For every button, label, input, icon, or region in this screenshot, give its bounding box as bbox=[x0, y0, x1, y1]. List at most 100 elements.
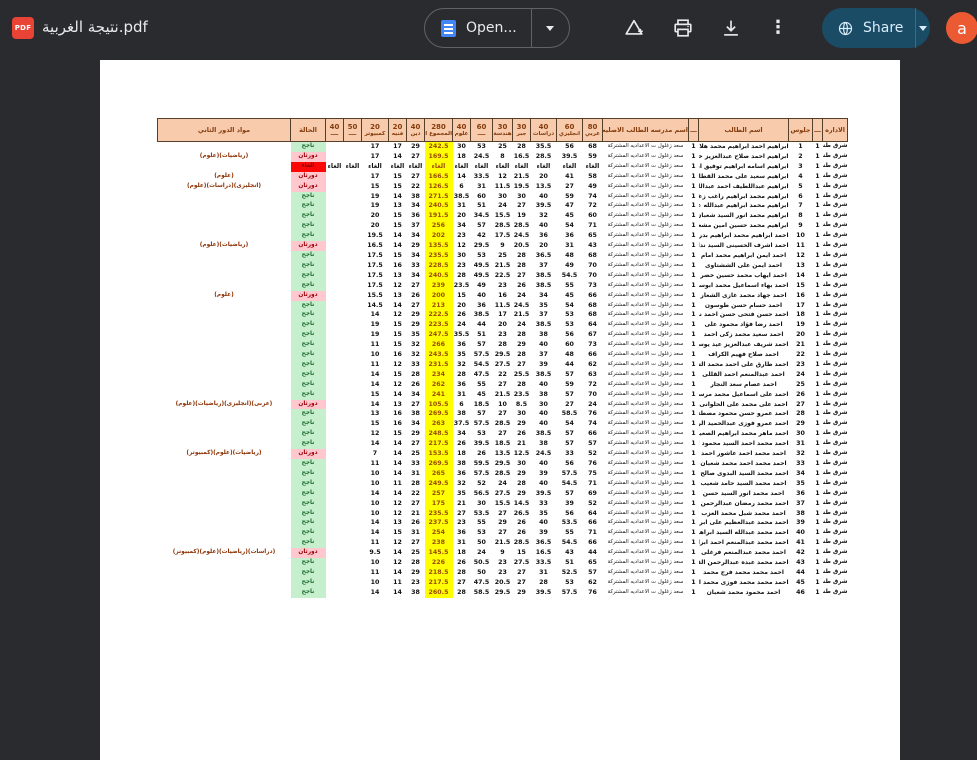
cell-idara: شرق طنطا bbox=[823, 519, 848, 526]
cell-sci: 26 bbox=[457, 311, 466, 319]
column-header-total: 280المجموع الكلى bbox=[424, 118, 453, 142]
cell-sci: 34 bbox=[457, 430, 466, 438]
share-dropdown-button[interactable] bbox=[916, 8, 930, 48]
column-header-alg: 30 جبر bbox=[512, 118, 531, 142]
cell-math: 54.5 bbox=[473, 360, 490, 368]
cell-st: 38.5 bbox=[535, 321, 552, 329]
cell-geo: 9 bbox=[500, 242, 505, 250]
cell-name: احمد ماهر محمد ابراهيم الصعيدى bbox=[698, 430, 789, 438]
cell-d2: 1 bbox=[691, 479, 696, 487]
cell-name: احمد عبدالمنعم احمد القللى bbox=[702, 370, 785, 378]
cell-din: 33 bbox=[411, 360, 420, 368]
cell-second bbox=[158, 479, 291, 489]
cell-total: 257 bbox=[424, 488, 453, 499]
cell-alg: 12.5 bbox=[513, 450, 530, 458]
cell-c40 bbox=[326, 261, 344, 271]
cell-name: احمد محمد شبل محمد العزب bbox=[701, 509, 786, 517]
cell-idara: شرق طنطا bbox=[823, 568, 848, 575]
cell-ar: 62 bbox=[588, 578, 597, 586]
cell-geo: 29 bbox=[498, 519, 507, 527]
cell-name: احمد محمد محمد فوزى محمد الشناوى الديب bbox=[698, 578, 789, 586]
cell-fan: 15 bbox=[393, 331, 402, 339]
cell-d2: 1 bbox=[691, 460, 696, 467]
cell-status: ناجح bbox=[290, 538, 326, 549]
cell-c40 bbox=[326, 400, 344, 410]
cell-status: ناجح bbox=[290, 191, 326, 202]
cell-fan: 14 bbox=[393, 192, 402, 200]
cell-din: 34 bbox=[411, 251, 420, 259]
cell-math: 50 bbox=[477, 539, 486, 547]
cell-idara: شرق طنطا bbox=[823, 460, 848, 466]
cell-total: 262 bbox=[424, 379, 453, 390]
cell-fan: 16 bbox=[393, 410, 402, 418]
cell-c40 bbox=[326, 211, 344, 221]
cell-ar: 66 bbox=[588, 539, 597, 547]
cell-school: سعد زغلول ت الاعداديه المشتركة bbox=[607, 301, 684, 308]
column-header-din: 40 دين bbox=[406, 118, 425, 142]
cell-en: 45 bbox=[565, 291, 574, 299]
cell-alg: 28 bbox=[517, 380, 526, 388]
cell-c40 bbox=[326, 558, 344, 568]
cell-total: 217.5 bbox=[424, 577, 453, 588]
cell-c50 bbox=[344, 479, 362, 489]
cell-second bbox=[158, 370, 291, 380]
cell-total: 239 bbox=[424, 280, 453, 291]
print-button[interactable] bbox=[671, 16, 695, 40]
open-with-control: Open... bbox=[424, 8, 570, 48]
cell-alg: 24 bbox=[517, 321, 526, 329]
cell-c40 bbox=[326, 310, 344, 320]
cell-d2: 1 bbox=[691, 222, 696, 230]
cell-total: 213 bbox=[424, 300, 453, 311]
cell-idara: شرق طنطا bbox=[823, 271, 848, 278]
cell-second bbox=[158, 340, 291, 350]
cell-st: 38.5 bbox=[535, 281, 552, 289]
cell-st: 40 bbox=[539, 380, 548, 388]
cell-fan: 15 bbox=[393, 321, 402, 329]
table-row: شرق طنطا137احمد محمد رمضان عبدالرحمن الق… bbox=[158, 498, 848, 509]
cell-ar: 66 bbox=[588, 291, 597, 299]
cell-st: 40 bbox=[539, 410, 548, 418]
cell-ar: 70 bbox=[588, 261, 597, 269]
cell-d1: 1 bbox=[815, 499, 820, 507]
cell-seat: 6 bbox=[798, 192, 803, 200]
cell-seat: 11 bbox=[796, 242, 805, 250]
cell-fan: 14 bbox=[393, 568, 402, 576]
cell-idara: شرق طنطا bbox=[823, 341, 848, 348]
cell-math: 50.5 bbox=[473, 559, 490, 567]
cell-second bbox=[158, 588, 291, 598]
cell-sci: 31 bbox=[457, 202, 466, 210]
cell-second bbox=[158, 469, 291, 479]
cell-name: احمد محمد عبدالمنعم احمد ابراهيم bbox=[699, 539, 789, 547]
cell-d2: 1 bbox=[691, 242, 696, 250]
cell-d1: 1 bbox=[815, 549, 820, 557]
cell-comp: 11 bbox=[370, 341, 380, 349]
cell-d1: 1 bbox=[815, 400, 820, 408]
cell-alg: 27 bbox=[517, 360, 526, 368]
cell-school: سعد زغلول ت الاعداديه المشتركة bbox=[607, 539, 684, 546]
cell-math: 44 bbox=[477, 321, 486, 329]
add-shortcut-icon bbox=[625, 19, 643, 35]
cell-din: 27 bbox=[411, 152, 420, 160]
cell-ar: 74 bbox=[588, 420, 597, 428]
account-avatar[interactable]: a bbox=[946, 12, 977, 44]
open-with-button[interactable]: Open... bbox=[425, 9, 531, 47]
more-options-button[interactable]: ⋮ bbox=[769, 16, 787, 40]
cell-sci: 36 bbox=[457, 380, 466, 388]
cell-second: (رياضيات)(علوم)(كمبيوتر) bbox=[186, 450, 262, 457]
cell-school: سعد زغلول ت الاعداديه المشتركة bbox=[607, 291, 684, 298]
cell-sci: 18 bbox=[457, 450, 466, 458]
download-button[interactable] bbox=[719, 16, 743, 40]
cell-ar: 68 bbox=[588, 143, 597, 150]
cell-second bbox=[158, 310, 291, 320]
cell-en: 53 bbox=[565, 311, 574, 319]
open-with-dropdown-button[interactable] bbox=[532, 9, 569, 47]
cell-din: 29 bbox=[411, 242, 420, 250]
cell-name: احمد اشرف الحسينى السيد ندا bbox=[698, 242, 789, 250]
cell-seat: 26 bbox=[796, 390, 805, 398]
share-button[interactable]: Share bbox=[822, 8, 915, 48]
cell-total: 240.5 bbox=[424, 201, 453, 212]
add-shortcut-to-drive-button[interactable] bbox=[622, 16, 646, 40]
cell-c50 bbox=[344, 370, 362, 380]
cell-c40 bbox=[326, 330, 344, 340]
cell-fan: 14 bbox=[393, 549, 402, 557]
